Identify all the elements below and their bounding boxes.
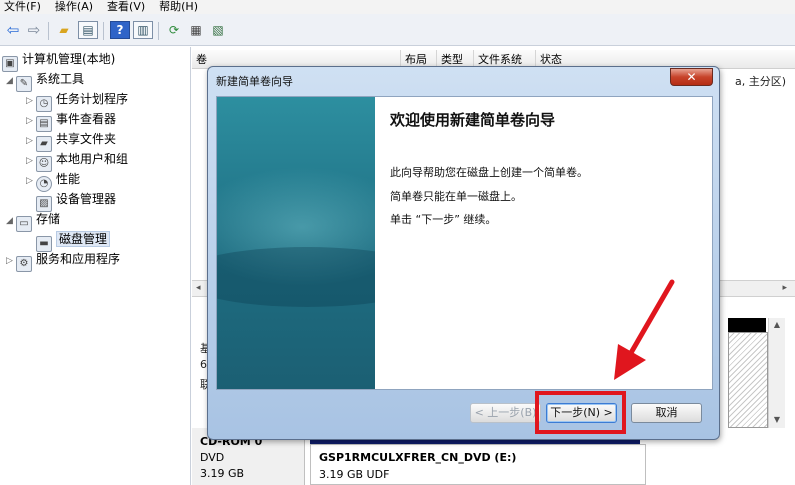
tree-disk-management[interactable]: ▬ 磁盘管理 [36, 229, 111, 252]
wizard-banner-image [217, 97, 375, 389]
folder-icon[interactable]: ▰ [54, 21, 74, 39]
close-button[interactable]: ✕ [670, 68, 713, 86]
tree-local-users[interactable]: ▷ ☺ 本地用户和组 [26, 149, 128, 172]
menu-view[interactable]: 查看(V) [107, 0, 145, 14]
toolbar-separator [48, 22, 49, 40]
unallocated-header-bar [728, 318, 766, 332]
menu-bar: 文件(F) 操作(A) 查看(V) 帮助(H) [0, 0, 795, 14]
collapsed-arrow-icon[interactable]: ▷ [6, 251, 16, 271]
tree-system-tools[interactable]: ◢ ✎ 系统工具 [6, 69, 84, 92]
expanded-arrow-icon[interactable]: ◢ [6, 71, 16, 91]
collapsed-arrow-icon[interactable]: ▷ [26, 91, 36, 111]
expanded-arrow-icon[interactable]: ◢ [6, 211, 16, 231]
tree-device-manager[interactable]: ▨ 设备管理器 [36, 189, 116, 212]
show-hide-icon[interactable]: ▥ [133, 21, 153, 39]
back-button[interactable]: < 上一步(B) [470, 403, 541, 423]
status-cell: a, 主分区) [735, 75, 787, 88]
tree-task-scheduler[interactable]: ▷ ◷ 任务计划程序 [26, 89, 128, 112]
cdrom-type: DVD [200, 451, 225, 464]
scroll-down-icon[interactable]: ▼ [769, 415, 785, 424]
export-icon[interactable]: ▧ [208, 21, 228, 39]
dialog-title: 新建简单卷向导 [216, 75, 293, 88]
toolbar: ⇦ ⇨ ▰ ▤ ? ▥ ⟳ ▦ ▧ [0, 14, 795, 46]
wizard-description: 此向导帮助您在磁盘上创建一个简单卷。 [390, 166, 588, 179]
scroll-left-icon[interactable]: ◂ [196, 283, 201, 293]
tree-storage[interactable]: ◢ ▭ 存储 [6, 209, 60, 232]
wizard-heading: 欢迎使用新建简单卷向导 [390, 111, 556, 129]
menu-file[interactable]: 文件(F) [4, 0, 41, 14]
collapsed-arrow-icon[interactable]: ▷ [26, 171, 36, 191]
forward-arrow-icon[interactable]: ⇨ [24, 21, 44, 39]
red-arrow-annotation [614, 279, 675, 380]
scroll-right-icon[interactable]: ▸ [782, 283, 787, 293]
console-tree: ▣ 计算机管理(本地) ◢ ✎ 系统工具 ▷ ◷ 任务计划程序 ▷ ▤ 事件查看器 ▷ ▰ 共享文… [0, 47, 191, 485]
back-arrow-icon[interactable]: ⇦ [3, 21, 23, 39]
volume-size: 3.19 GB UDF [319, 468, 390, 481]
wizard-footer: < 上一步(B) 下一步(N) > 取消 [216, 390, 713, 433]
scroll-up-icon[interactable]: ▲ [769, 320, 785, 329]
tree-services-apps[interactable]: ▷ ⚙ 服务和应用程序 [6, 249, 120, 272]
wizard-description: 简单卷只能在单一磁盘上。 [390, 190, 522, 203]
properties-icon[interactable]: ▦ [186, 21, 206, 39]
storage-icon: ▭ [16, 216, 32, 232]
collapsed-arrow-icon[interactable]: ▷ [26, 111, 36, 131]
volume-name: GSP1RMCULXFRER_CN_DVD (E:) [319, 451, 517, 464]
services-icon: ⚙ [16, 256, 32, 272]
collapsed-arrow-icon[interactable]: ▷ [26, 131, 36, 151]
unallocated-space-block[interactable] [728, 332, 768, 428]
tree-performance[interactable]: ▷ ◔ 性能 [26, 169, 80, 192]
console-tree-icon[interactable]: ▤ [78, 21, 98, 39]
highlight-box [535, 391, 626, 434]
cancel-button[interactable]: 取消 [631, 403, 702, 423]
toolbar-separator [103, 22, 104, 40]
wizard-instruction: 单击 “下一步” 继续。 [390, 213, 497, 226]
disk-info-fragment: 6 [200, 358, 207, 371]
cdrom-volume-block[interactable]: GSP1RMCULXFRER_CN_DVD (E:) 3.19 GB UDF [310, 444, 646, 485]
help-icon[interactable]: ? [110, 21, 130, 39]
tree-event-viewer[interactable]: ▷ ▤ 事件查看器 [26, 109, 116, 132]
menu-help[interactable]: 帮助(H) [159, 0, 198, 14]
toolbar-separator [158, 22, 159, 40]
collapsed-arrow-icon[interactable]: ▷ [26, 151, 36, 171]
refresh-icon[interactable]: ⟳ [164, 21, 184, 39]
tree-shared-folders[interactable]: ▷ ▰ 共享文件夹 [26, 129, 116, 152]
menu-action[interactable]: 操作(A) [55, 0, 93, 14]
tree-root[interactable]: ▣ 计算机管理(本地) [2, 49, 115, 72]
vertical-scrollbar[interactable]: ▲ ▼ [768, 318, 785, 428]
cdrom-size: 3.19 GB [200, 467, 245, 480]
